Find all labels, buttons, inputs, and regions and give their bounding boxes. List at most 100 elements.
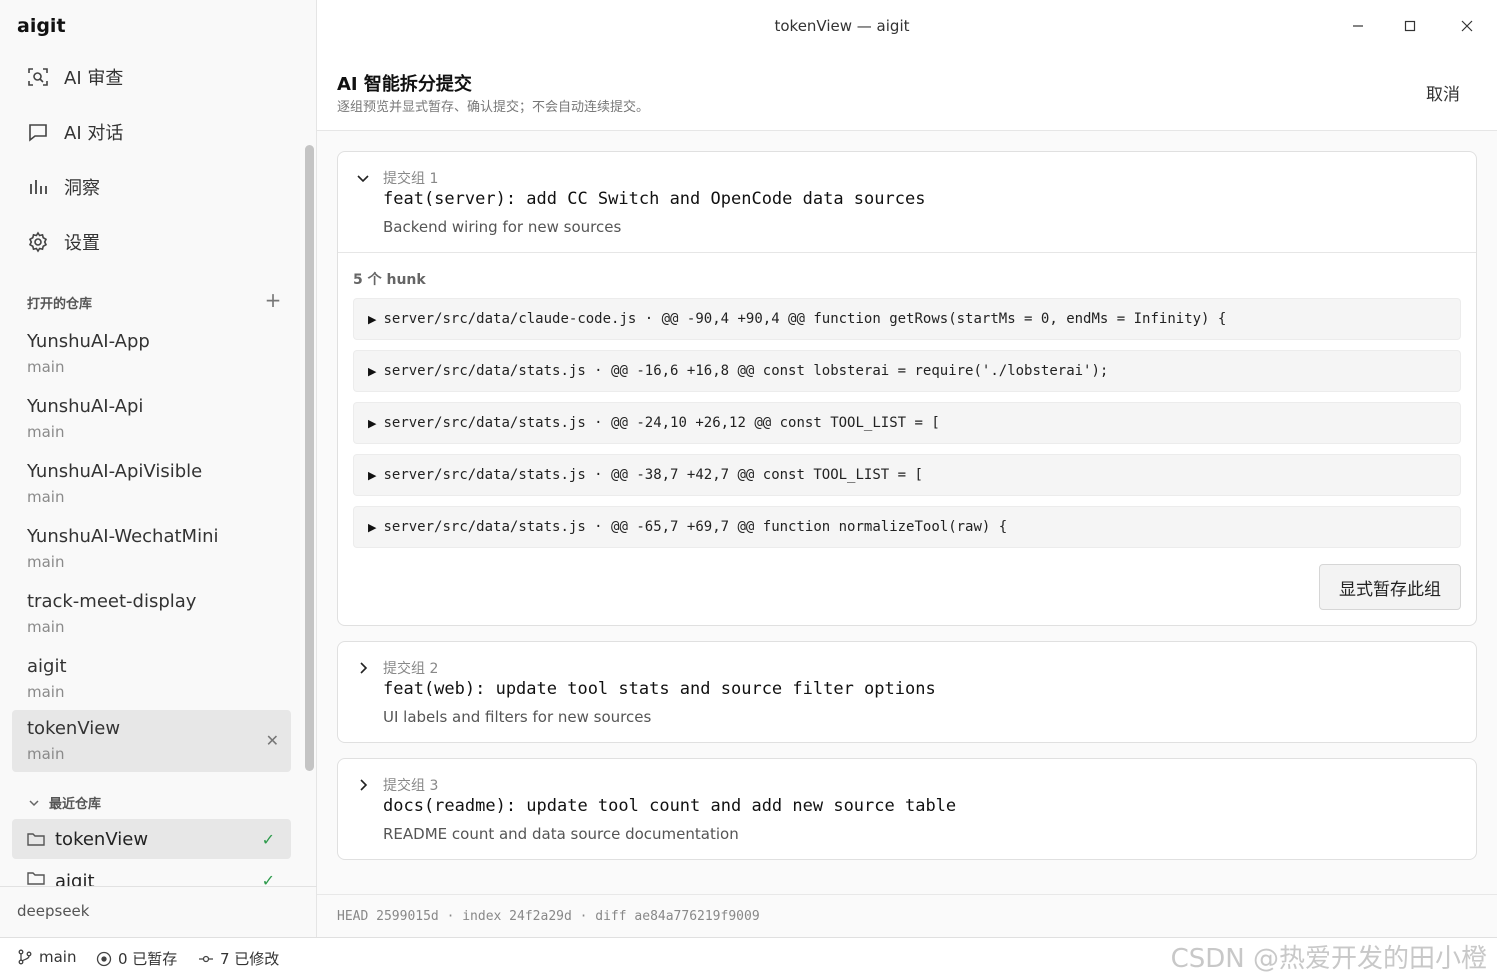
window-title: tokenView — aigit [774,17,910,35]
chevron-down-icon [357,175,369,183]
app-title: aigit [17,15,66,37]
hash-info: HEAD 2599015d · index 24f2a29d · diff ae… [337,909,760,924]
hunk-row[interactable]: ▶ server/src/data/claude-code.js · @@ -9… [353,298,1461,340]
commit-icon [199,955,213,962]
stage-group-button[interactable]: 显式暂存此组 [1319,564,1461,610]
maximize-button[interactable] [1390,12,1430,40]
group-description: Backend wiring for new sources [383,218,622,236]
repo-item[interactable]: track-meet-display main [12,583,291,645]
group-label: 提交组 2 [383,661,439,677]
maximize-icon [1404,20,1416,32]
group-commit-title: feat(web): update tool stats and source … [383,679,936,699]
hunk-text: server/src/data/claude-code.js · @@ -90,… [383,311,1227,327]
nav-ai-chat[interactable]: AI 对话 [26,114,123,150]
repo-branch: main [27,683,65,701]
recent-repo-item[interactable]: aigit ✓ [12,861,291,886]
close-icon [1461,20,1473,32]
repo-name: YunshuAI-WechatMini [27,526,219,547]
hunk-row[interactable]: ▶ server/src/data/stats.js · @@ -65,7 +6… [353,506,1461,548]
repo-branch: main [27,553,65,571]
expand-triangle-icon: ▶ [368,312,377,326]
nav-insights[interactable]: 洞察 [26,169,100,205]
repo-item[interactable]: YunshuAI-ApiVisible main [12,453,291,515]
page-title: AI 智能拆分提交 [337,74,472,95]
hunk-text: server/src/data/stats.js · @@ -38,7 +42,… [383,467,923,483]
nav-settings[interactable]: 设置 [26,224,100,260]
plus-icon: + [264,288,282,312]
group-description: README count and data source documentati… [383,825,739,843]
commit-group-header[interactable]: 提交组 2 feat(web): update tool stats and s… [338,642,1476,742]
status-bar: main 0 已暂存 7 已修改 CSDN @热爱开发的田小橙 [0,937,1497,980]
commit-group-card: 提交组 3 docs(readme): update tool count an… [337,758,1477,860]
close-icon[interactable]: ✕ [266,731,279,750]
group-label: 提交组 3 [383,778,439,794]
repo-branch: main [27,618,65,636]
gear-icon [26,230,50,254]
page-subtitle: 逐组预览并显式暂存、确认提交；不会自动连续提交。 [337,100,650,115]
open-repos-heading: 打开的仓库 [27,297,93,312]
hunk-text: server/src/data/stats.js · @@ -16,6 +16,… [383,363,1109,379]
git-branch-icon [18,949,32,965]
repo-name: track-meet-display [27,591,197,612]
status-modified[interactable]: 7 已修改 [198,948,279,969]
staged-count: 0 已暂存 [118,950,178,968]
recent-repo-item[interactable]: tokenView ✓ [12,819,291,859]
commit-group-card: 提交组 1 feat(server): add CC Switch and Op… [337,151,1477,626]
hunk-count: 5 个 hunk [353,272,426,288]
group-label: 提交组 1 [383,171,439,187]
model-label: deepseek [17,902,90,920]
commit-group-card: 提交组 2 feat(web): update tool stats and s… [337,641,1477,743]
group-commit-title: docs(readme): update tool count and add … [383,796,957,816]
nav-label: 设置 [64,233,100,254]
repo-item[interactable]: YunshuAI-Api main [12,388,291,450]
recent-repos-toggle[interactable]: 最近仓库 [28,793,101,812]
nav-label: 洞察 [64,178,100,199]
repo-branch: main [27,745,65,763]
status-staged[interactable]: 0 已暂存 [96,948,177,969]
sidebar-scrollbar[interactable] [305,145,314,771]
repo-branch: main [27,423,65,441]
branch-name: main [39,948,77,966]
nav-label: AI 审查 [64,68,124,89]
chevron-right-icon [360,779,368,791]
folder-icon [27,833,45,846]
status-branch[interactable]: main [17,948,76,966]
expand-triangle-icon: ▶ [368,520,377,534]
group-description: UI labels and filters for new sources [383,708,652,726]
repo-item[interactable]: YunshuAI-App main [12,323,291,385]
repo-branch: main [27,358,65,376]
group-commit-title: feat(server): add CC Switch and OpenCode… [383,189,926,209]
scan-icon [26,65,50,89]
close-window-button[interactable] [1447,12,1487,40]
hash-footer: HEAD 2599015d · index 24f2a29d · diff ae… [317,894,1497,937]
chevron-right-icon [360,662,368,674]
hunk-list: 5 个 hunk ▶ server/src/data/claude-code.j… [338,252,1476,625]
nav-label: AI 对话 [64,123,124,144]
divider [0,886,317,887]
check-icon: ✓ [261,871,275,886]
bar-chart-icon [26,175,50,199]
hunk-row[interactable]: ▶ server/src/data/stats.js · @@ -38,7 +4… [353,454,1461,496]
nav-ai-review[interactable]: AI 审查 [26,59,123,95]
add-repo-button[interactable]: + [262,288,284,312]
commit-group-header[interactable]: 提交组 3 docs(readme): update tool count an… [338,759,1476,859]
modified-count: 7 已修改 [220,950,280,968]
repo-name: YunshuAI-Api [27,396,144,417]
title-bar: tokenView — aigit [317,0,1497,52]
expand-triangle-icon: ▶ [368,416,377,430]
minimize-button[interactable] [1338,12,1378,40]
recent-repo-name: aigit [55,871,95,886]
hunk-row[interactable]: ▶ server/src/data/stats.js · @@ -16,6 +1… [353,350,1461,392]
check-icon: ✓ [261,829,275,849]
recent-repos-heading: 最近仓库 [49,797,102,812]
hunk-row[interactable]: ▶ server/src/data/stats.js · @@ -24,10 +… [353,402,1461,444]
repo-item-active[interactable]: tokenView main ✕ [12,710,291,772]
page-header: AI 智能拆分提交 逐组预览并显式暂存、确认提交；不会自动连续提交。 取消 [317,52,1497,131]
repo-name: aigit [27,656,67,677]
repo-item[interactable]: YunshuAI-WechatMini main [12,518,291,580]
commit-group-header[interactable]: 提交组 1 feat(server): add CC Switch and Op… [338,152,1476,252]
recent-repo-name: tokenView [55,828,149,850]
sidebar: aigit AI 审查 AI 对话 洞察 设置 打开的仓库 + YunshuAI… [0,0,317,937]
cancel-button[interactable]: 取消 [1426,80,1460,105]
repo-item[interactable]: aigit main [12,648,291,710]
